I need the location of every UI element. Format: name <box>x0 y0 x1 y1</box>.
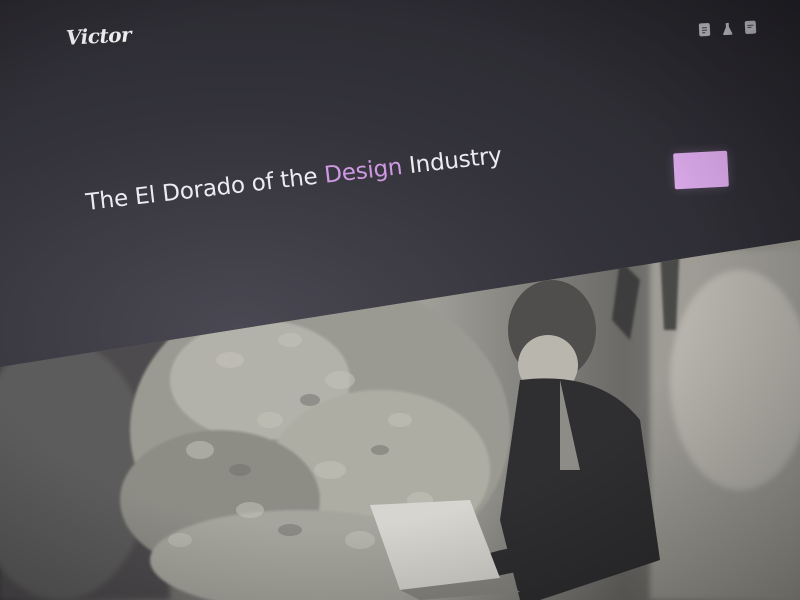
headline-accent-word: Design <box>322 154 404 189</box>
headline-text-start: The El Dorado of the <box>84 162 326 216</box>
hero-headline: The El Dorado of the Design Industry <box>85 143 504 216</box>
flask-icon[interactable] <box>722 22 734 36</box>
headline-text-end: Industry <box>400 142 504 180</box>
chat-icon[interactable] <box>744 20 757 35</box>
page-background: Victor The El Dorado of the Design Indus… <box>0 0 800 600</box>
hero-cta-button[interactable] <box>673 150 729 190</box>
document-icon[interactable] <box>698 22 711 37</box>
header-icon-group <box>698 20 757 37</box>
site-header: Victor <box>0 0 800 80</box>
site-logo[interactable]: Victor <box>65 22 131 49</box>
hero-photo-illustration <box>0 240 800 600</box>
hero-photo <box>0 240 800 600</box>
